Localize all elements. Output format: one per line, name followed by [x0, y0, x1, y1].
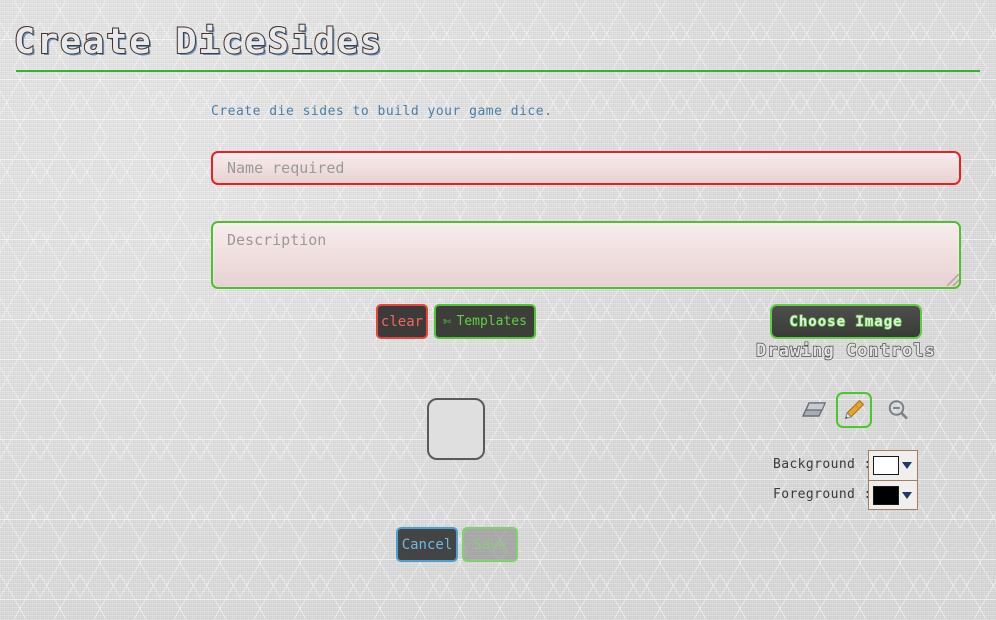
- background-color-swatch[interactable]: [873, 456, 899, 475]
- chevron-down-icon[interactable]: [902, 462, 912, 469]
- drawing-controls-heading: Drawing Controls: [755, 340, 936, 361]
- description-input[interactable]: [211, 221, 961, 289]
- name-input[interactable]: [211, 151, 961, 185]
- clear-button-label: clear: [380, 313, 424, 330]
- eraser-icon: [802, 402, 826, 417]
- chevron-down-icon[interactable]: [902, 491, 912, 499]
- scissors-icon: ✄: [443, 313, 452, 330]
- page-title: Create DiceSides: [13, 21, 384, 63]
- die-side-canvas[interactable]: [427, 398, 485, 460]
- choose-image-button[interactable]: Choose Image: [770, 304, 922, 339]
- foreground-color-label: Foreground :: [773, 487, 872, 502]
- save-button-label: Save: [473, 536, 507, 553]
- eraser-tool-button[interactable]: [796, 392, 832, 428]
- color-picker-group: [868, 450, 918, 510]
- templates-button[interactable]: ✄ Templates: [434, 304, 536, 339]
- pencil-icon: [844, 399, 865, 420]
- zoom-out-icon: [888, 400, 908, 420]
- clear-button[interactable]: clear: [376, 304, 428, 339]
- form-subtitle: Create die sides to build your game dice…: [211, 104, 553, 119]
- header-divider: [16, 70, 980, 72]
- save-button[interactable]: Save: [462, 527, 518, 562]
- foreground-color-swatch[interactable]: [873, 485, 899, 505]
- pencil-tool-button[interactable]: [836, 392, 872, 428]
- drawing-tool-row: [796, 392, 918, 430]
- templates-button-label: Templates: [456, 314, 527, 329]
- zoom-out-tool-button[interactable]: [880, 392, 916, 428]
- choose-image-button-label: Choose Image: [789, 313, 903, 331]
- cancel-button[interactable]: Cancel: [396, 527, 458, 562]
- description-resize-handle[interactable]: [947, 274, 959, 286]
- background-color-label: Background :: [773, 457, 872, 472]
- foreground-color-picker[interactable]: [869, 480, 917, 509]
- background-color-picker[interactable]: [869, 451, 917, 480]
- cancel-button-label: Cancel: [401, 536, 453, 553]
- page-root: Create DiceSides Create die sides to bui…: [0, 0, 996, 620]
